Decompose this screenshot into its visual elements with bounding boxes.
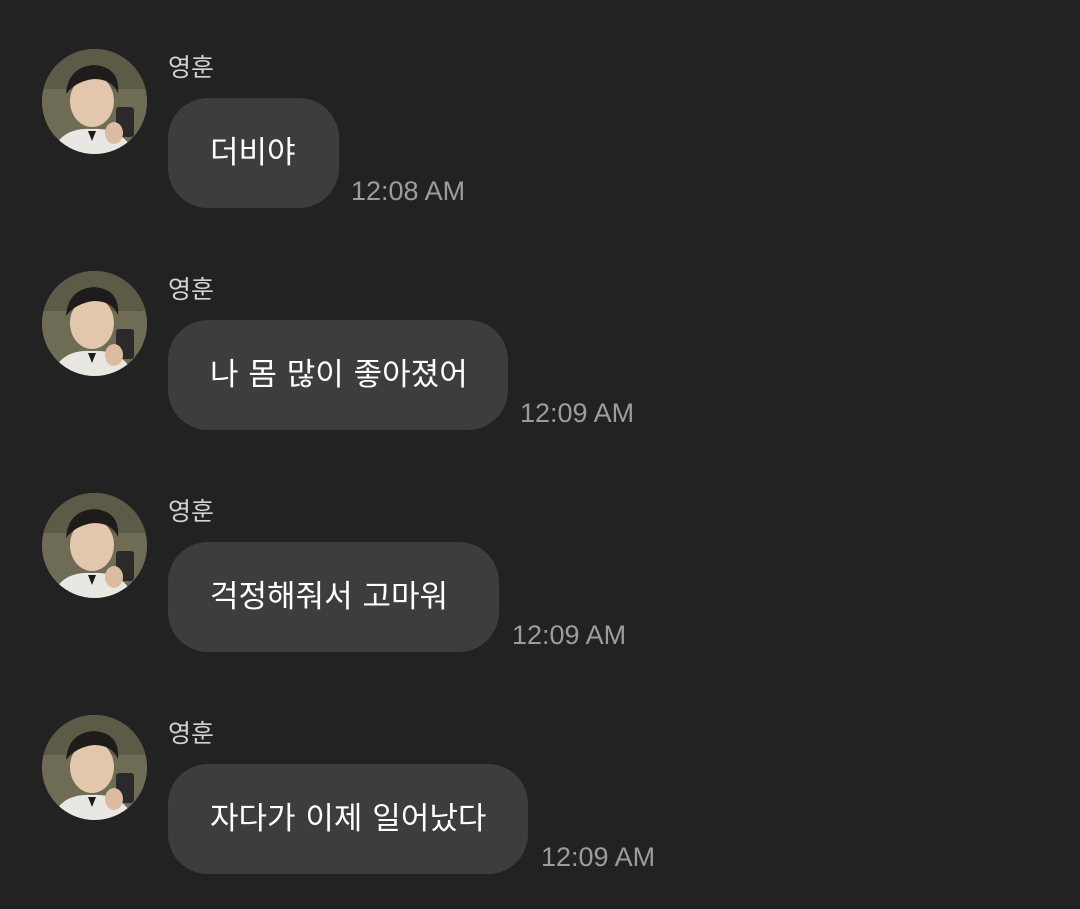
message-row: 영훈 더비야 12:08 AM xyxy=(0,0,1080,222)
message-timestamp: 12:09 AM xyxy=(512,620,627,650)
sender-name: 영훈 xyxy=(168,275,215,304)
sender-avatar[interactable] xyxy=(42,271,147,376)
message-timestamp: 12:09 AM xyxy=(541,842,656,872)
sender-name: 영훈 xyxy=(168,497,215,526)
profile-photo-icon xyxy=(42,271,147,376)
message-timestamp: 12:09 AM xyxy=(520,398,635,428)
message-bubble[interactable]: 나 몸 많이 좋아졌어 xyxy=(168,320,508,430)
message-bubble[interactable]: 자다가 이제 일어났다 xyxy=(168,764,528,874)
sender-avatar[interactable] xyxy=(42,49,147,154)
profile-photo-icon xyxy=(42,493,147,598)
chat-message-list: 영훈 더비야 12:08 AM 영훈 나 몸 많이 좋아졌어 12:09 AM xyxy=(0,0,1080,909)
profile-photo-icon xyxy=(42,49,147,154)
sender-name: 영훈 xyxy=(168,719,215,748)
message-bubble[interactable]: 더비야 xyxy=(168,98,339,208)
sender-name: 영훈 xyxy=(168,53,215,82)
message-bubble[interactable]: 걱정해줘서 고마워 xyxy=(168,542,499,652)
message-timestamp: 12:08 AM xyxy=(351,176,466,206)
sender-avatar[interactable] xyxy=(42,493,147,598)
sender-avatar[interactable] xyxy=(42,715,147,820)
profile-photo-icon xyxy=(42,715,147,820)
message-row: 영훈 걱정해줘서 고마워 12:09 AM xyxy=(0,444,1080,666)
message-row: 영훈 자다가 이제 일어났다 12:09 AM xyxy=(0,666,1080,888)
message-row: 영훈 나 몸 많이 좋아졌어 12:09 AM xyxy=(0,222,1080,444)
